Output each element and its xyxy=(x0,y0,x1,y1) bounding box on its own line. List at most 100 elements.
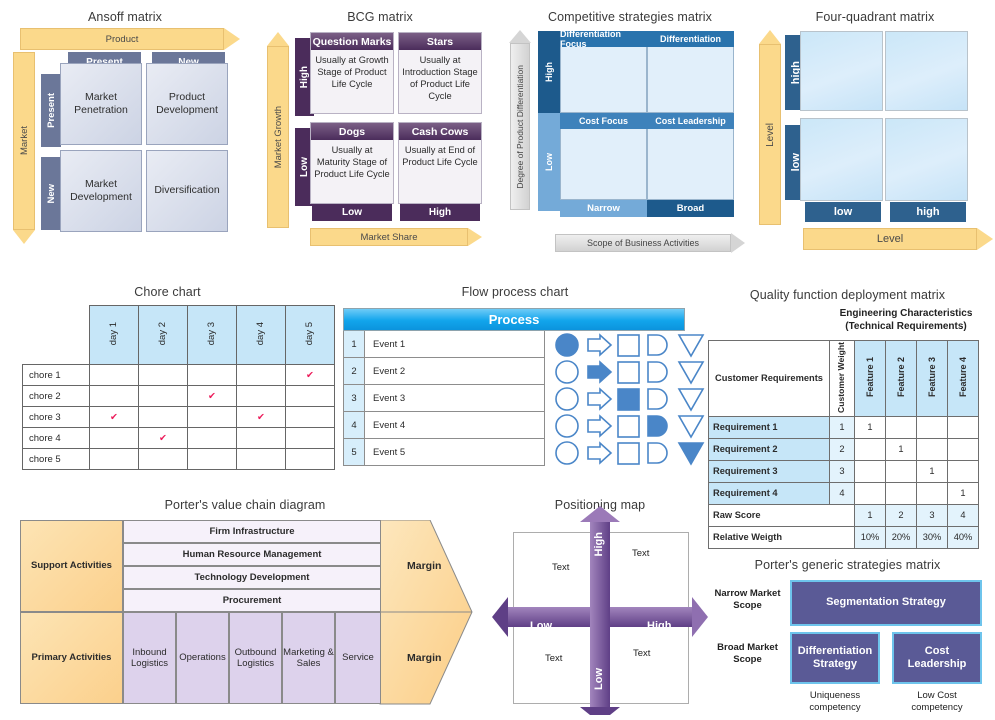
flow-row-shapes[interactable] xyxy=(553,386,713,412)
qfd-matrix-cell[interactable] xyxy=(916,481,948,505)
chore-check-cell[interactable] xyxy=(284,406,336,428)
qfd-requirement-weight: 3 xyxy=(829,459,855,483)
portergeneric-col-label-lowcost: Low Cost competency xyxy=(911,690,963,713)
qfd-matrix-cell[interactable] xyxy=(916,415,948,439)
competitive-row-label-low: Low xyxy=(538,113,560,211)
qfd-feature-header-4: Feature 4 xyxy=(947,340,979,417)
chore-check-cell[interactable]: ✔ xyxy=(186,385,237,407)
valuechain-support-label: Support Activities xyxy=(20,520,123,612)
flow-row-number: 1 xyxy=(343,331,365,358)
portergeneric-box-segmentation[interactable]: Segmentation Strategy xyxy=(790,580,982,626)
qfd-panel: Quality function deployment matrix Engin… xyxy=(700,280,995,550)
table-row: chore 3 ✔ ✔ xyxy=(22,406,336,428)
flow-row-shapes[interactable] xyxy=(553,332,713,358)
qfd-matrix-cell[interactable] xyxy=(854,481,886,505)
chore-check-cell[interactable] xyxy=(186,364,237,386)
qfd-matrix-cell[interactable] xyxy=(854,437,886,461)
qfd-matrix-cell[interactable] xyxy=(947,437,979,461)
chore-check-cell[interactable]: ✔ xyxy=(137,427,188,449)
chore-check-cell[interactable] xyxy=(88,448,139,470)
qfd-matrix-cell[interactable]: 1 xyxy=(947,481,979,505)
competitive-row-label-high: High xyxy=(538,31,560,113)
qfd-matrix-cell[interactable]: 1 xyxy=(854,415,886,439)
positioning-map-panel: Positioning map Low High High Low Text T… xyxy=(490,490,710,715)
table-row: chore 5 xyxy=(22,448,336,470)
qfd-relative-weight-value: 20% xyxy=(885,525,917,549)
chore-check-cell[interactable]: ✔ xyxy=(235,406,286,428)
positioning-down-label: Low xyxy=(593,668,605,690)
fourquadrant-cell-bottom-left xyxy=(800,118,883,201)
qfd-matrix-cell[interactable] xyxy=(885,481,917,505)
chore-check-cell[interactable] xyxy=(284,427,336,449)
chore-check-cell[interactable]: ✔ xyxy=(88,406,139,428)
chore-check-cell[interactable] xyxy=(235,364,286,386)
bcg-market-share-arrow: Market Share xyxy=(310,228,482,246)
bcg-quadrant-question-marks: Question Marks Usually at Growth Stage o… xyxy=(310,32,394,114)
qfd-matrix-cell[interactable]: 1 xyxy=(916,459,948,483)
positioning-quadrant-text-top-left: Text xyxy=(552,562,570,573)
chore-check-cell[interactable] xyxy=(137,385,188,407)
chore-check-cell[interactable] xyxy=(88,364,139,386)
qfd-requirement-weight: 4 xyxy=(829,481,855,505)
chore-check-cell[interactable] xyxy=(235,448,286,470)
flow-row-shapes[interactable] xyxy=(553,359,713,385)
flow-row: 3 Event 3 xyxy=(343,385,713,412)
portergeneric-box-cost-leadership[interactable]: Cost Leadership xyxy=(892,632,982,684)
qfd-requirement-weight: 2 xyxy=(829,437,855,461)
chore-check-cell[interactable] xyxy=(88,385,139,407)
qfd-matrix-cell[interactable] xyxy=(854,459,886,483)
flow-row-event: Event 1 xyxy=(365,331,545,358)
flow-row-shapes[interactable] xyxy=(553,440,713,466)
ansoff-matrix-panel: Ansoff matrix Product Market Present New… xyxy=(0,0,250,270)
valuechain-margin-bottom: Margin xyxy=(407,652,442,664)
chore-check-cell[interactable] xyxy=(137,406,188,428)
qfd-matrix-cell[interactable] xyxy=(885,415,917,439)
chore-row-label: chore 4 xyxy=(22,427,90,449)
chore-check-cell[interactable] xyxy=(88,427,139,449)
bcg-quadrant-body: Usually at Maturity Stage of Product Lif… xyxy=(314,145,390,180)
qfd-matrix-cell[interactable]: 1 xyxy=(885,437,917,461)
bcg-title: BCG matrix xyxy=(347,10,413,24)
bcg-quadrant-body: Usually at Introduction Stage of Product… xyxy=(402,55,478,102)
qfd-relative-weight-value: 30% xyxy=(916,525,948,549)
chore-table: day 1 day 2 day 3 day 4 day 5 chore 1 ✔ … xyxy=(22,305,336,470)
bcg-quadrant-dogs: Dogs Usually at Maturity Stage of Produc… xyxy=(310,122,394,204)
positioning-quadrant-text-top-right: Text xyxy=(632,548,650,559)
competitive-x-arrow: Scope of Business Activities xyxy=(555,233,745,253)
qfd-matrix-cell[interactable] xyxy=(916,437,948,461)
chore-check-cell[interactable] xyxy=(186,406,237,428)
chore-check-cell[interactable] xyxy=(186,427,237,449)
bcg-quadrant-stars: Stars Usually at Introduction Stage of P… xyxy=(398,32,482,114)
competitive-strategies-panel: Competitive strategies matrix Degree of … xyxy=(505,0,755,260)
competitive-header-differentiation-focus: Differentiation Focus xyxy=(560,29,647,49)
chore-check-cell[interactable]: ✔ xyxy=(284,364,336,386)
chore-check-cell[interactable] xyxy=(137,448,188,470)
valuechain-support-row-technology-development: Technology Development xyxy=(123,566,381,589)
qfd-feature-header-2: Feature 2 xyxy=(885,340,917,417)
qfd-matrix-cell[interactable] xyxy=(947,415,979,439)
chore-col-day-2: day 2 xyxy=(137,305,188,365)
ansoff-row-header-present: Present xyxy=(41,74,61,147)
qfd-matrix-cell[interactable] xyxy=(885,459,917,483)
flow-process-panel: Flow process chart Process 1 Event 1 2 Even… xyxy=(335,275,705,475)
valuechain-primary-outbound-logistics: Outbound Logistics xyxy=(229,612,282,704)
fourquadrant-x-arrow: Level xyxy=(803,228,993,250)
portergeneric-box-differentiation[interactable]: Differentiation Strategy xyxy=(790,632,880,684)
bcg-col-label-low: Low xyxy=(312,204,392,221)
chore-row-label: chore 1 xyxy=(22,364,90,386)
porter-generic-panel: Porter's generic strategies matrix Narro… xyxy=(700,550,995,720)
chore-check-cell[interactable] xyxy=(235,427,286,449)
qfd-requirement-weight: 1 xyxy=(829,415,855,439)
chore-check-cell[interactable] xyxy=(235,385,286,407)
positioning-quadrant-text-bottom-right: Text xyxy=(633,648,651,659)
bcg-quadrant-cash-cows: Cash Cows Usually at End of Product Life… xyxy=(398,122,482,204)
flow-row-shapes[interactable] xyxy=(553,413,713,439)
competitive-header-differentiation: Differentiation xyxy=(647,31,734,47)
fourquadrant-cell-top-left xyxy=(800,31,883,111)
chore-check-cell[interactable] xyxy=(284,385,336,407)
chore-check-cell[interactable] xyxy=(186,448,237,470)
qfd-matrix-cell[interactable] xyxy=(947,459,979,483)
chore-check-cell[interactable] xyxy=(137,364,188,386)
qfd-relative-weight-value: 10% xyxy=(854,525,886,549)
chore-check-cell[interactable] xyxy=(284,448,336,470)
